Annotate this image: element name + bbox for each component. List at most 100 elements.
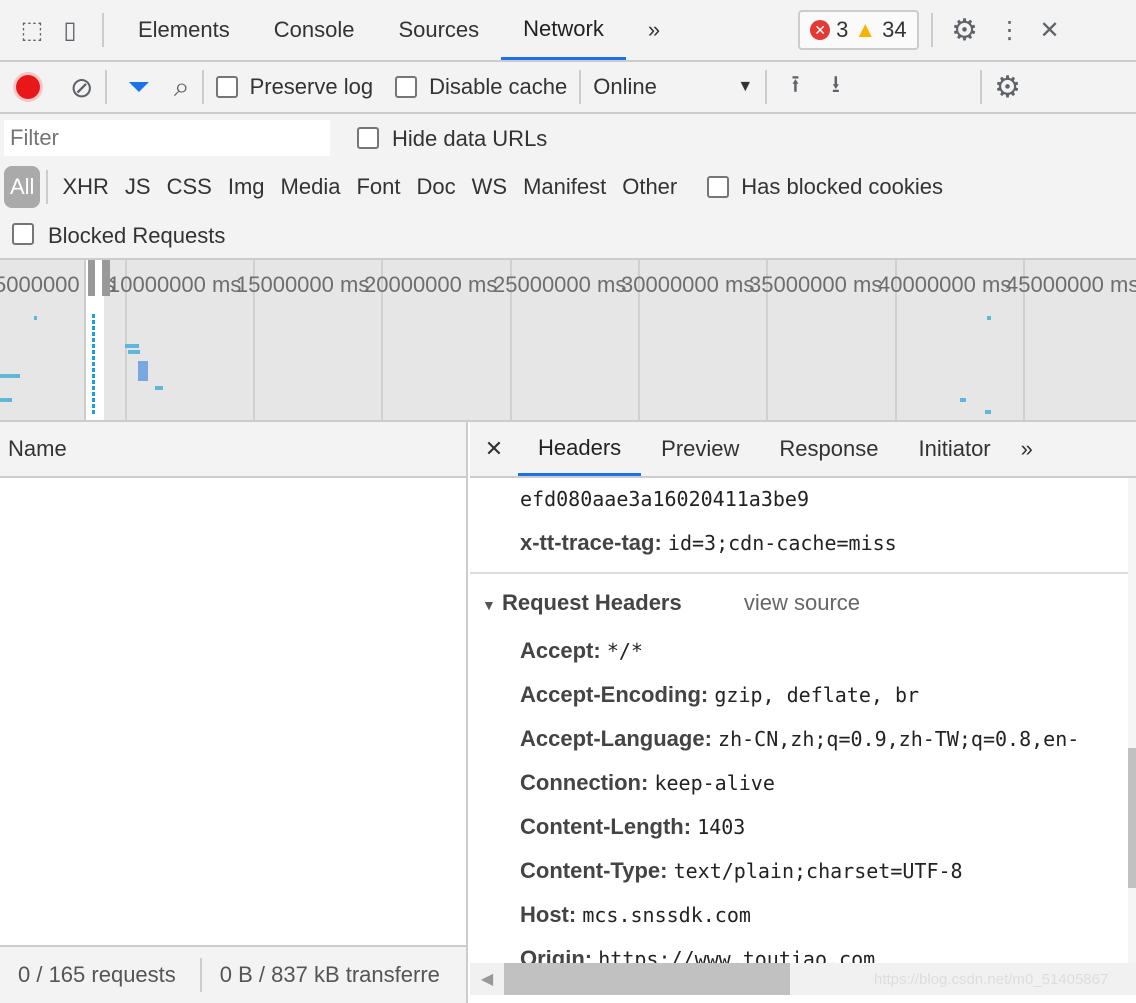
header-value: id=3;cdn-cache=miss xyxy=(667,531,897,555)
close-detail-icon[interactable]: ✕ xyxy=(470,436,518,462)
filter-input[interactable] xyxy=(4,120,330,156)
filter-img[interactable]: Img xyxy=(220,174,273,200)
header-row: Content-Length: 1403 xyxy=(520,814,745,840)
filter-ws[interactable]: WS xyxy=(464,174,515,200)
divider xyxy=(105,70,108,104)
device-toolbar-icon[interactable]: ▯ xyxy=(50,16,90,45)
error-icon: ✕ xyxy=(810,20,831,40)
request-mark xyxy=(34,316,37,320)
export-har-icon[interactable]: ⭳ xyxy=(832,67,840,108)
filter-manifest[interactable]: Manifest xyxy=(515,174,614,200)
scrollbar-thumb[interactable] xyxy=(504,963,790,995)
preserve-log-label: Preserve log xyxy=(249,74,374,99)
timeline-tick: 35000000 ms xyxy=(749,272,883,297)
header-row: x-tt-trace-tag: id=3;cdn-cache=miss xyxy=(520,530,897,556)
divider xyxy=(199,958,202,992)
header-row: Accept-Language: zh-CN,zh;q=0.9,zh-TW;q=… xyxy=(520,726,1079,752)
filter-font[interactable]: Font xyxy=(348,174,408,200)
request-mark xyxy=(125,344,139,348)
tab-initiator[interactable]: Initiator xyxy=(898,422,1010,476)
network-overview-timeline[interactable]: 5000000 ms 10000000 ms 15000000 ms 20000… xyxy=(0,260,1136,422)
scrollbar-thumb[interactable] xyxy=(1128,748,1136,888)
record-button[interactable] xyxy=(16,75,40,99)
headers-content: efd080aae3a16020411a3be9 x-tt-trace-tag:… xyxy=(470,478,1128,963)
header-value: zh-CN,zh;q=0.9,zh-TW;q=0.8,en- xyxy=(718,727,1080,751)
view-source-link[interactable]: view source xyxy=(744,590,860,615)
timeline-tick: 15000000 ms xyxy=(236,272,370,297)
selection-handle-right[interactable] xyxy=(102,260,110,296)
blocked-requests-label: Blocked Requests xyxy=(48,223,226,248)
scroll-left-arrow[interactable]: ◀ xyxy=(470,969,504,989)
disable-cache-checkbox[interactable] xyxy=(395,76,418,98)
issues-counter[interactable]: ✕ 3 ▲ 34 xyxy=(798,10,919,50)
inspect-element-icon[interactable]: ⬚ xyxy=(14,16,50,45)
more-tabs-button[interactable]: » xyxy=(626,0,682,60)
header-key: Accept: xyxy=(520,638,601,663)
divider xyxy=(102,13,104,47)
resource-type-filters: All XHR JS CSS Img Media Font Doc WS Man… xyxy=(4,166,943,208)
divider xyxy=(765,70,768,104)
timeline-tick: 25000000 ms xyxy=(493,272,627,297)
request-mark xyxy=(987,316,991,320)
tab-network[interactable]: Network xyxy=(501,0,626,60)
header-value: */* xyxy=(606,639,643,663)
timeline-tick: 30000000 ms xyxy=(621,272,755,297)
tab-preview[interactable]: Preview xyxy=(641,422,759,476)
has-blocked-cookies-checkbox[interactable] xyxy=(707,176,730,198)
filter-css[interactable]: CSS xyxy=(159,174,220,200)
more-detail-tabs[interactable]: » xyxy=(1011,422,1043,476)
tab-console[interactable]: Console xyxy=(252,0,377,60)
blocked-requests-checkbox[interactable] xyxy=(12,223,34,245)
import-har-icon[interactable]: ⭱ xyxy=(791,67,799,108)
horizontal-scrollbar[interactable]: ◀ https://blog.csdn.net/m0_51405867 xyxy=(470,963,1136,995)
filter-js[interactable]: JS xyxy=(117,174,159,200)
hide-data-urls-label: Hide data URLs xyxy=(392,126,548,151)
warning-icon: ▲ xyxy=(854,17,877,42)
header-key: Content-Type: xyxy=(520,858,668,883)
request-mark xyxy=(138,361,148,381)
filter-other[interactable]: Other xyxy=(614,174,685,200)
divider xyxy=(201,70,204,104)
header-key: Connection: xyxy=(520,770,649,795)
watermark: https://blog.csdn.net/m0_51405867 xyxy=(874,970,1109,988)
request-mark xyxy=(0,374,20,378)
filter-xhr[interactable]: XHR xyxy=(54,174,116,200)
throttle-select[interactable]: Online ▼ xyxy=(593,74,753,100)
settings-gear-icon[interactable]: ⚙ xyxy=(945,13,985,48)
request-headers-section-toggle[interactable]: ▼ Request Headers view source xyxy=(482,590,860,616)
filter-media[interactable]: Media xyxy=(273,174,349,200)
section-title: Request Headers xyxy=(501,590,682,615)
header-value: https://www.toutiao.com xyxy=(598,947,876,963)
request-detail-panel: ✕ Headers Preview Response Initiator » e… xyxy=(470,422,1136,1003)
tab-response[interactable]: Response xyxy=(759,422,898,476)
header-value: 1403 xyxy=(697,815,746,839)
divider xyxy=(579,70,582,104)
name-column-header[interactable]: Name xyxy=(0,422,466,478)
hide-data-urls-checkbox[interactable] xyxy=(357,127,379,149)
tab-headers[interactable]: Headers xyxy=(518,422,642,476)
header-key: Origin: xyxy=(520,946,593,963)
request-list-panel: Name 0 / 165 requests 0 B / 837 kB trans… xyxy=(0,422,468,1003)
header-row: Host: mcs.snssdk.com xyxy=(520,902,751,928)
error-count: 3 xyxy=(836,17,849,42)
filter-funnel-icon[interactable]: ⏷ xyxy=(127,71,149,104)
request-mark xyxy=(0,398,12,402)
search-icon[interactable]: ⌕ xyxy=(174,71,190,104)
header-key: Host: xyxy=(520,902,577,927)
header-value: text/plain;charset=UTF-8 xyxy=(673,859,963,883)
close-devtools-icon[interactable]: ✕ xyxy=(1035,16,1065,45)
more-options-icon[interactable]: ⋮ xyxy=(985,16,1035,45)
request-count: 0 / 165 requests xyxy=(18,962,176,987)
header-key: Accept-Encoding: xyxy=(520,682,709,707)
tab-sources[interactable]: Sources xyxy=(376,0,501,60)
header-row: Accept: */* xyxy=(520,638,643,664)
tab-elements[interactable]: Elements xyxy=(116,0,252,60)
request-mark xyxy=(155,386,163,390)
clear-icon[interactable]: ⊘ xyxy=(70,71,93,104)
preserve-log-checkbox[interactable] xyxy=(215,76,238,98)
filter-all[interactable]: All xyxy=(4,166,41,208)
filter-doc[interactable]: Doc xyxy=(408,174,463,200)
network-settings-icon[interactable]: ⚙ xyxy=(994,70,1021,105)
selection-handle-left[interactable] xyxy=(88,260,95,296)
vertical-scrollbar[interactable] xyxy=(1128,478,1136,963)
